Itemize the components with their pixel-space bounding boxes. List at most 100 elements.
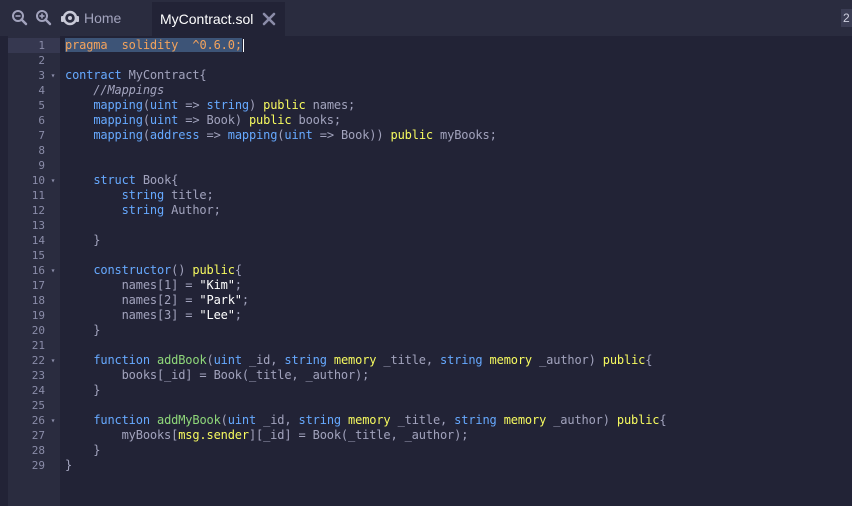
code-line[interactable]: 8 bbox=[0, 143, 852, 158]
code-token: function bbox=[93, 353, 150, 367]
line-number: 22 bbox=[31, 354, 45, 367]
code-line[interactable]: 20 } bbox=[0, 323, 852, 338]
code-line[interactable]: 23 books[_id] = Book(_title, _author); bbox=[0, 368, 852, 383]
code-token: function bbox=[93, 413, 150, 427]
code-line[interactable]: 13 bbox=[0, 218, 852, 233]
code-line[interactable]: 21 bbox=[0, 338, 852, 353]
code-token: _title, bbox=[376, 353, 441, 367]
code-line[interactable]: 27 myBooks[msg.sender][_id] = Book(_titl… bbox=[0, 428, 852, 443]
tab-home[interactable]: Home bbox=[58, 0, 150, 36]
code-text[interactable]: } bbox=[65, 233, 100, 248]
code-text[interactable]: contract MyContract{ bbox=[65, 68, 207, 83]
code-line[interactable]: 26 ▾ function addMyBook(uint _id, string … bbox=[0, 413, 852, 428]
code-token: solidity bbox=[121, 38, 179, 52]
code-text[interactable]: mapping(address => mapping(uint => Book)… bbox=[65, 128, 496, 143]
code-text[interactable]: } bbox=[65, 323, 100, 338]
code-line[interactable]: 17 names[1] = "Kim"; bbox=[0, 278, 852, 293]
code-text[interactable]: names[2] = "Park"; bbox=[65, 293, 250, 308]
code-token: } bbox=[65, 383, 101, 397]
code-token: constructor bbox=[93, 263, 172, 277]
code-line[interactable]: 6 mapping(uint => Book) public books; bbox=[0, 113, 852, 128]
code-text[interactable]: constructor() public{ bbox=[65, 263, 242, 278]
code-line[interactable]: 29} bbox=[0, 458, 852, 473]
code-token: { bbox=[234, 263, 242, 277]
code-text[interactable]: mapping(uint => Book) public books; bbox=[65, 113, 341, 128]
code-line[interactable]: 11 string title; bbox=[0, 188, 852, 203]
code-text[interactable]: books[_id] = Book(_title, _author); bbox=[65, 368, 370, 383]
code-token: public bbox=[616, 413, 660, 427]
code-text[interactable]: } bbox=[65, 383, 100, 398]
code-text[interactable]: //Mappings bbox=[65, 83, 164, 98]
fold-toggle-icon[interactable]: ▾ bbox=[49, 413, 57, 428]
code-text[interactable]: myBooks[msg.sender][_id] = Book(_title, … bbox=[65, 428, 469, 443]
code-token: string bbox=[121, 188, 165, 202]
code-line[interactable]: 1 pragma solidity ^0.6.0; bbox=[0, 38, 852, 53]
code-line[interactable]: 5 mapping(uint => string) public names; bbox=[0, 98, 852, 113]
line-number: 15 bbox=[31, 249, 45, 262]
line-number: 1 bbox=[38, 39, 45, 52]
code-line[interactable]: 15 bbox=[0, 248, 852, 263]
code-token: names[3] = bbox=[65, 308, 200, 322]
tab-mycontract[interactable]: MyContract.sol bbox=[152, 2, 285, 36]
line-number: 18 bbox=[31, 294, 45, 307]
code-token: memory bbox=[326, 353, 377, 367]
code-line[interactable]: 14 } bbox=[0, 233, 852, 248]
fold-toggle-icon[interactable]: ▾ bbox=[49, 353, 57, 368]
code-token: memory bbox=[482, 353, 533, 367]
code-line[interactable]: 22 ▾ function addBook(uint _id, string me… bbox=[0, 353, 852, 368]
zoom-out-icon[interactable] bbox=[11, 9, 29, 27]
code-text[interactable]: } bbox=[65, 458, 72, 473]
code-line[interactable]: 16 ▾ constructor() public{ bbox=[0, 263, 852, 278]
code-line[interactable]: 19 names[3] = "Lee"; bbox=[0, 308, 852, 323]
code-line[interactable]: 10 ▾ struct Book{ bbox=[0, 173, 852, 188]
code-token: memory bbox=[496, 413, 547, 427]
line-number: 21 bbox=[31, 339, 45, 352]
code-token: pragma bbox=[65, 38, 108, 52]
code-line[interactable]: 9 bbox=[0, 158, 852, 173]
code-text[interactable]: function addMyBook(uint _id, string memo… bbox=[65, 413, 666, 428]
code-text[interactable]: names[3] = "Lee"; bbox=[65, 308, 242, 323]
code-text[interactable]: mapping(uint => string) public names; bbox=[65, 98, 355, 113]
code-token: } bbox=[65, 323, 101, 337]
line-number: 25 bbox=[31, 399, 45, 412]
code-text[interactable]: names[1] = "Kim"; bbox=[65, 278, 242, 293]
code-text[interactable]: } bbox=[65, 443, 100, 458]
code-text[interactable]: string Author; bbox=[65, 203, 221, 218]
code-text[interactable]: string title; bbox=[65, 188, 214, 203]
code-line[interactable]: 3 ▾ contract MyContract{ bbox=[0, 68, 852, 83]
code-token: uint bbox=[149, 98, 179, 112]
code-line[interactable]: 4 //Mappings bbox=[0, 83, 852, 98]
code-line[interactable]: 2 bbox=[0, 53, 852, 68]
code-line[interactable]: 28 } bbox=[0, 443, 852, 458]
code-token: address bbox=[149, 128, 200, 142]
code-line[interactable]: 7 mapping(address => mapping(uint => Boo… bbox=[0, 128, 852, 143]
code-token: contract bbox=[65, 68, 122, 82]
code-token: Book{ bbox=[135, 173, 179, 187]
fold-toggle-icon[interactable]: ▾ bbox=[49, 68, 57, 83]
code-token: names[2] = bbox=[65, 293, 200, 307]
code-line[interactable]: 18 names[2] = "Park"; bbox=[0, 293, 852, 308]
code-text[interactable]: pragma solidity ^0.6.0; bbox=[65, 38, 244, 53]
code-line[interactable]: 12 string Author; bbox=[0, 203, 852, 218]
overflow-tab-badge[interactable]: 2 bbox=[841, 9, 852, 27]
fold-toggle-icon[interactable]: ▾ bbox=[49, 263, 57, 278]
code-token: msg.sender bbox=[178, 428, 249, 442]
code-text[interactable]: struct Book{ bbox=[65, 173, 178, 188]
fold-toggle-icon[interactable]: ▾ bbox=[49, 173, 57, 188]
code-text[interactable]: function addBook(uint _id, string memory… bbox=[65, 353, 652, 368]
code-token: "Kim" bbox=[199, 278, 235, 292]
code-line[interactable]: 24 } bbox=[0, 383, 852, 398]
code-token: ^0.6.0; bbox=[192, 38, 242, 52]
code-token: ( bbox=[206, 353, 214, 367]
line-number: 19 bbox=[31, 309, 45, 322]
code-line[interactable]: 25 bbox=[0, 398, 852, 413]
code-token: public bbox=[602, 353, 646, 367]
code-token: memory bbox=[340, 413, 391, 427]
close-icon[interactable] bbox=[262, 12, 276, 26]
code-editor[interactable]: 1 pragma solidity ^0.6.0; 2 3 ▾ contract MyCo… bbox=[0, 36, 852, 506]
zoom-in-icon[interactable] bbox=[35, 9, 53, 27]
line-number: 9 bbox=[38, 159, 45, 172]
